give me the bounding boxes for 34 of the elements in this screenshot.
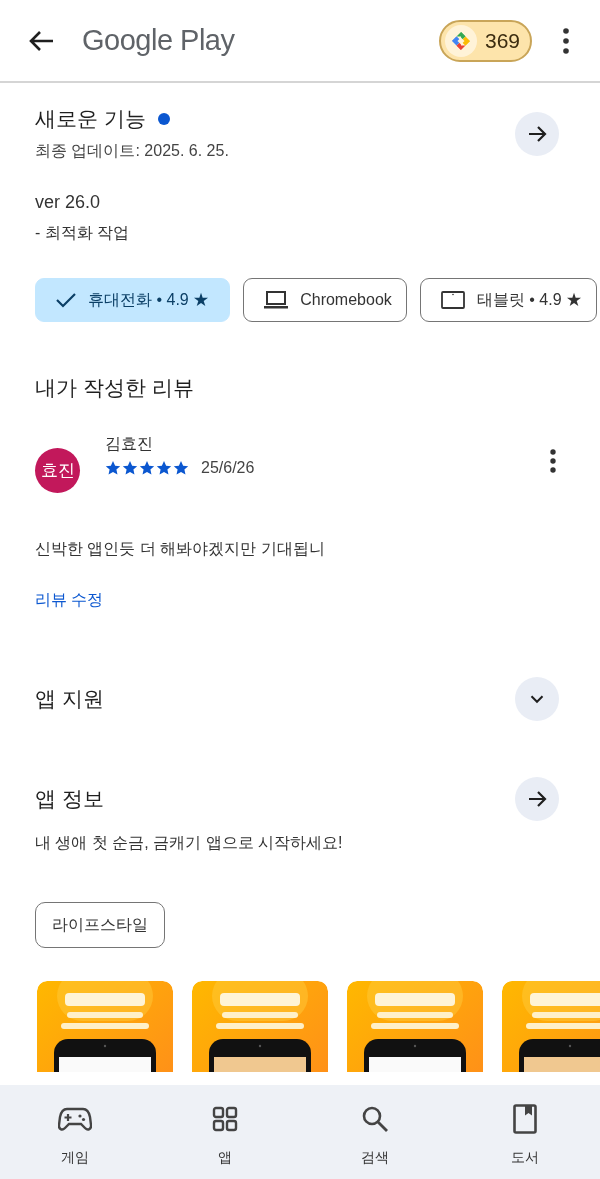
update-date: 최종 업데이트: 2025. 6. 25. — [35, 141, 229, 161]
star-icon — [122, 460, 138, 476]
device-chip[interactable]: Chromebook — [243, 278, 407, 322]
nav-tab[interactable]: 게임 — [0, 1085, 150, 1179]
section-title: 내가 작성한 리뷰 — [35, 375, 195, 401]
edit-review-link[interactable]: 리뷰 수정 — [35, 590, 104, 611]
tablet-icon — [440, 291, 465, 309]
nav-tab[interactable]: 도서 — [450, 1085, 600, 1179]
avatar: 효진 — [35, 448, 80, 493]
device-chip[interactable]: 태블릿 • 4.9 ★ — [419, 278, 597, 322]
review-date: 25/6/26 — [201, 459, 255, 477]
arrow-button[interactable] — [515, 111, 559, 156]
points-badge[interactable]: 369 — [438, 19, 532, 62]
section-title: 새로운 기능 — [35, 106, 146, 132]
arrow-button[interactable] — [515, 777, 559, 821]
section-title: 앱 지원 — [35, 686, 104, 712]
star-icon — [139, 460, 155, 476]
star-icon — [156, 460, 172, 476]
app-description: 내 생애 첫 순금, 금캐기 앱으로 시작하세요! — [35, 833, 344, 853]
star-icon — [173, 460, 189, 476]
points-count: 369 — [484, 28, 520, 53]
reviewer-name: 김효진 — [105, 434, 154, 454]
star-icon — [105, 460, 121, 476]
category-chip[interactable]: 라이프스타일 — [35, 902, 165, 948]
device-chip[interactable]: 휴대전화 • 4.9 ★ — [35, 278, 231, 322]
laptop-icon — [264, 291, 289, 309]
app-title: Google Play — [82, 24, 236, 57]
nav-tab[interactable]: 검색 — [300, 1085, 450, 1179]
check-icon — [56, 292, 76, 308]
section-title: 앱 정보 — [35, 786, 104, 812]
release-note: ver 26.0 — [35, 192, 102, 213]
review-text: 신박한 앱인듯 더 해봐야겠지만 기대됩니 — [35, 539, 326, 559]
nav-tab[interactable]: 앱 — [150, 1085, 300, 1179]
release-note: - 최적화 작업 — [35, 223, 131, 243]
